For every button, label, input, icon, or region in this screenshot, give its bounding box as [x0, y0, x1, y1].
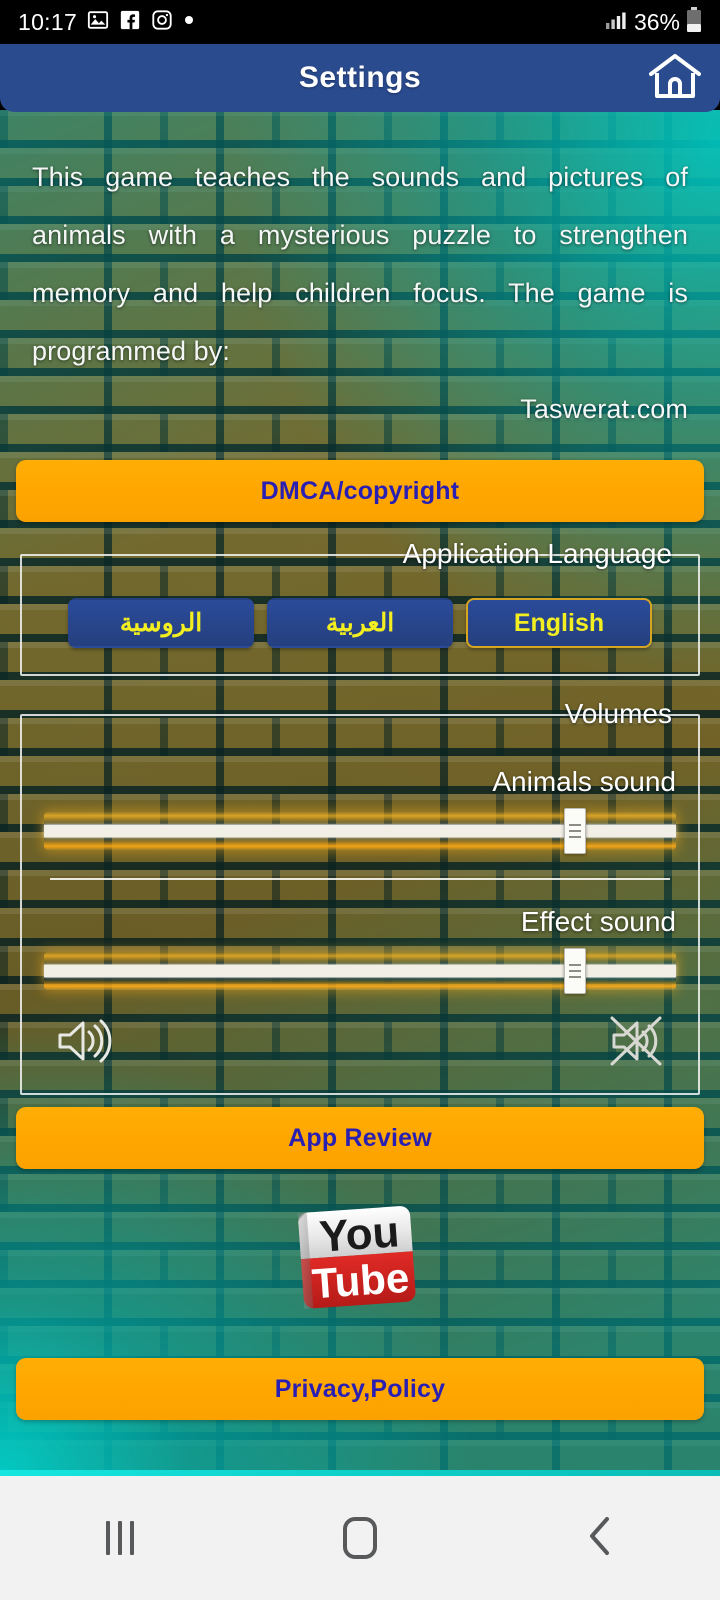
settings-content: This game teaches the sounds and picture… — [0, 110, 720, 1476]
animals-sound-label: Animals sound — [492, 766, 676, 797]
youtube-link[interactable]: You Tube — [0, 1169, 720, 1348]
status-time: 10:17 — [18, 8, 78, 35]
animals-sound-thumb[interactable] — [563, 808, 586, 854]
language-option-russian[interactable]: الروسية — [68, 598, 254, 648]
language-option-english[interactable]: English — [466, 598, 652, 648]
application-language-section: Application Language الروسية العربية Eng… — [20, 538, 700, 676]
status-bar-right: 36% — [604, 6, 702, 38]
nav-recents-button[interactable] — [60, 1498, 180, 1578]
facebook-icon — [119, 9, 141, 36]
effect-sound-slider[interactable] — [44, 948, 676, 994]
app-bar: Settings — [0, 44, 720, 112]
dmca-copyright-button[interactable]: DMCA/copyright — [16, 460, 704, 522]
status-bar: 10:17 36% — [0, 0, 720, 44]
gallery-icon — [87, 9, 109, 36]
description-credit: Taswerat.com — [520, 394, 688, 424]
status-bar-left: 10:17 — [18, 9, 195, 36]
home-icon — [647, 52, 703, 105]
back-icon — [583, 1514, 617, 1563]
nav-home-button[interactable] — [300, 1498, 420, 1578]
volume-icon-row — [22, 990, 698, 1093]
app-review-button[interactable]: App Review — [16, 1107, 704, 1169]
home-nav-icon — [343, 1517, 377, 1559]
nav-back-button[interactable] — [540, 1498, 660, 1578]
description-body: This game teaches the sounds and picture… — [32, 162, 688, 366]
signal-bars-icon — [604, 9, 628, 36]
page-title: Settings — [298, 61, 422, 94]
volume-mute-icon[interactable] — [606, 1012, 668, 1075]
language-option-arabic[interactable]: العربية — [267, 598, 453, 648]
volumes-legend: Volumes — [564, 698, 672, 729]
svg-text:You: You — [318, 1207, 401, 1261]
phone-screen: 10:17 36% Settings This game teaches the… — [0, 0, 720, 1600]
effect-sound-label: Effect sound — [520, 906, 676, 937]
youtube-logo-icon: You Tube — [295, 1187, 425, 1334]
recents-icon — [106, 1521, 134, 1555]
instagram-icon — [151, 9, 173, 36]
application-language-legend: Application Language — [402, 538, 672, 569]
app-description: This game teaches the sounds and picture… — [0, 110, 720, 438]
animals-sound-slider[interactable] — [44, 808, 676, 854]
privacy-policy-button[interactable]: Privacy,Policy — [16, 1358, 704, 1420]
battery-percent: 36% — [633, 8, 680, 35]
effect-sound-thumb[interactable] — [563, 948, 586, 994]
volumes-section: Volumes Animals sound Effect sound — [20, 698, 700, 1095]
system-nav-bar — [0, 1476, 720, 1600]
home-button[interactable] — [644, 52, 706, 104]
battery-icon — [686, 6, 702, 38]
dot-icon — [183, 13, 195, 31]
svg-text:Tube: Tube — [310, 1254, 410, 1308]
volume-up-icon[interactable] — [52, 1012, 114, 1075]
